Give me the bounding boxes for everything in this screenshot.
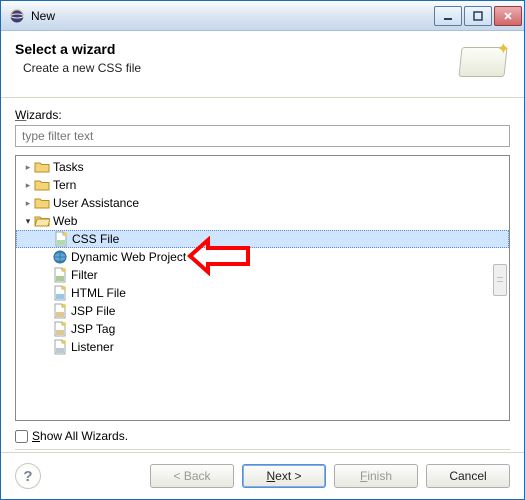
tree-item-label: JSP Tag xyxy=(71,322,115,336)
jsp-file-icon xyxy=(52,303,68,319)
folder-icon xyxy=(34,195,50,211)
tree-item-label: HTML File xyxy=(71,286,126,300)
tree-item[interactable]: CSS File xyxy=(16,230,509,248)
tree-item[interactable]: JSP File xyxy=(16,302,509,320)
back-button[interactable]: < Back xyxy=(150,464,234,488)
html-file-icon xyxy=(52,285,68,301)
listener-file-icon xyxy=(52,339,68,355)
tree-item-label: Web xyxy=(53,214,77,228)
next-button[interactable]: Next > xyxy=(242,464,326,488)
wizards-label: Wizards: xyxy=(15,108,510,122)
tree-item[interactable]: Dynamic Web Project xyxy=(16,248,509,266)
app-icon xyxy=(9,8,25,24)
tree-folder[interactable]: ▸ User Assistance xyxy=(16,194,509,212)
folder-icon xyxy=(34,159,50,175)
tree-item[interactable]: Filter xyxy=(16,266,509,284)
window-title: New xyxy=(31,9,434,23)
cancel-button[interactable]: Cancel xyxy=(426,464,510,488)
minimize-button[interactable] xyxy=(434,6,462,26)
tree-folder[interactable]: ▸ Tern xyxy=(16,176,509,194)
globe-file-icon xyxy=(52,249,68,265)
help-button[interactable]: ? xyxy=(15,463,41,489)
tree-item[interactable]: HTML File xyxy=(16,284,509,302)
wizard-banner-icon: ✦ xyxy=(450,41,510,83)
dialog-window: New Select a wizard Create a new CSS fil… xyxy=(0,0,525,500)
separator xyxy=(15,449,510,450)
expand-arrow-icon[interactable]: ▾ xyxy=(22,216,34,227)
dialog-header: Select a wizard Create a new CSS file ✦ xyxy=(1,31,524,98)
tree-item-label: JSP File xyxy=(71,304,115,318)
tree-item-label: Tasks xyxy=(53,160,84,174)
tree-item-label: User Assistance xyxy=(53,196,139,210)
jsptag-file-icon xyxy=(52,321,68,337)
css-file-icon xyxy=(53,231,69,247)
tree-item-label: Listener xyxy=(71,340,114,354)
finish-button[interactable]: Finish xyxy=(334,464,418,488)
tree-item-label: Filter xyxy=(71,268,98,282)
show-all-wizards-checkbox[interactable] xyxy=(15,430,28,443)
maximize-button[interactable] xyxy=(464,6,492,26)
tree-item-label: CSS File xyxy=(72,232,119,246)
show-all-wizards-label[interactable]: Show All Wizards. xyxy=(32,429,128,443)
titlebar[interactable]: New xyxy=(1,1,524,31)
filter-input[interactable] xyxy=(15,125,510,147)
folder-open-icon xyxy=(34,213,50,229)
header-subtitle: Create a new CSS file xyxy=(15,61,450,75)
expand-arrow-icon[interactable]: ▸ xyxy=(22,180,34,191)
scrollbar-thumb[interactable] xyxy=(493,264,507,296)
tree-item-label: Tern xyxy=(53,178,76,192)
wizard-tree[interactable]: ▸ Tasks▸ Tern▸ User Assistance▾ Web CSS … xyxy=(15,155,510,421)
tree-item-label: Dynamic Web Project xyxy=(71,250,186,264)
tree-folder[interactable]: ▾ Web xyxy=(16,212,509,230)
tree-item[interactable]: Listener xyxy=(16,338,509,356)
filter-file-icon xyxy=(52,267,68,283)
folder-icon xyxy=(34,177,50,193)
tree-item[interactable]: JSP Tag xyxy=(16,320,509,338)
dialog-footer: ? < Back Next > Finish Cancel xyxy=(1,452,524,499)
close-button[interactable] xyxy=(494,6,522,26)
expand-arrow-icon[interactable]: ▸ xyxy=(22,198,34,209)
tree-folder[interactable]: ▸ Tasks xyxy=(16,158,509,176)
header-title: Select a wizard xyxy=(15,41,450,57)
expand-arrow-icon[interactable]: ▸ xyxy=(22,162,34,173)
